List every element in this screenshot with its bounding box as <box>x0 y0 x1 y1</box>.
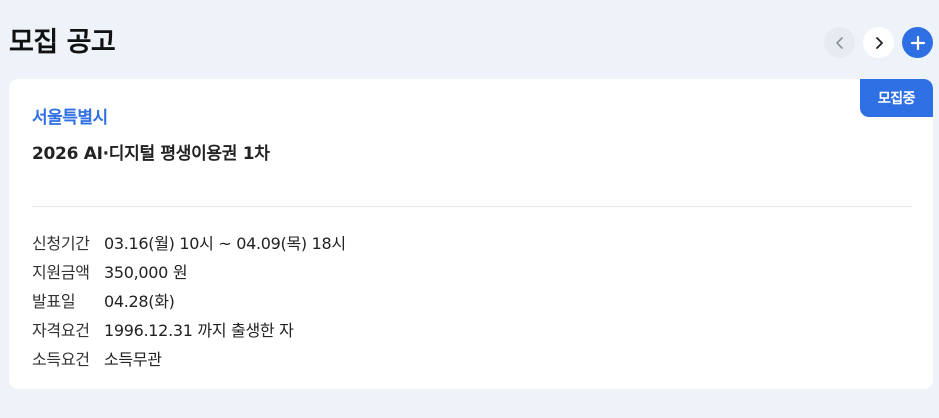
carousel-nav <box>824 27 933 58</box>
detail-list: 신청기간 03.16(월) 10시 ~ 04.09(목) 18시 지원금액 35… <box>32 227 346 372</box>
chevron-left-icon <box>835 36 843 49</box>
page-title: 모집 공고 <box>9 27 116 58</box>
detail-value: 350,000 원 <box>104 262 188 282</box>
detail-label: 발표일 <box>32 291 76 311</box>
recruitment-card[interactable]: 모집중 서울특별시 2026 AI·디지털 평생이용권 1차 신청기간 03.1… <box>9 79 933 389</box>
detail-label: 소득요건 <box>32 349 90 369</box>
detail-row-income: 소득요건 소득무관 <box>32 343 346 372</box>
detail-label: 신청기간 <box>32 233 90 253</box>
detail-label: 지원금액 <box>32 262 90 282</box>
detail-row-eligibility: 자격요건 1996.12.31 까지 출생한 자 <box>32 314 346 343</box>
region-label: 서울특별시 <box>32 108 108 128</box>
plus-icon <box>910 35 925 50</box>
detail-value: 소득무관 <box>104 349 162 369</box>
detail-row-amount: 지원금액 350,000 원 <box>32 256 346 285</box>
add-button[interactable] <box>902 27 933 58</box>
detail-value: 04.28(화) <box>104 291 175 311</box>
detail-row-period: 신청기간 03.16(월) 10시 ~ 04.09(목) 18시 <box>32 227 346 256</box>
program-title: 2026 AI·디지털 평생이용권 1차 <box>32 144 270 164</box>
detail-row-announce-date: 발표일 04.28(화) <box>32 285 346 314</box>
status-badge: 모집중 <box>860 79 933 117</box>
detail-label: 자격요건 <box>32 320 90 340</box>
divider <box>32 206 912 207</box>
detail-value: 1996.12.31 까지 출생한 자 <box>104 320 294 340</box>
next-button[interactable] <box>863 27 894 58</box>
prev-button[interactable] <box>824 27 855 58</box>
detail-value: 03.16(월) 10시 ~ 04.09(목) 18시 <box>104 233 346 253</box>
header: 모집 공고 <box>0 0 939 78</box>
chevron-right-icon <box>875 36 883 49</box>
